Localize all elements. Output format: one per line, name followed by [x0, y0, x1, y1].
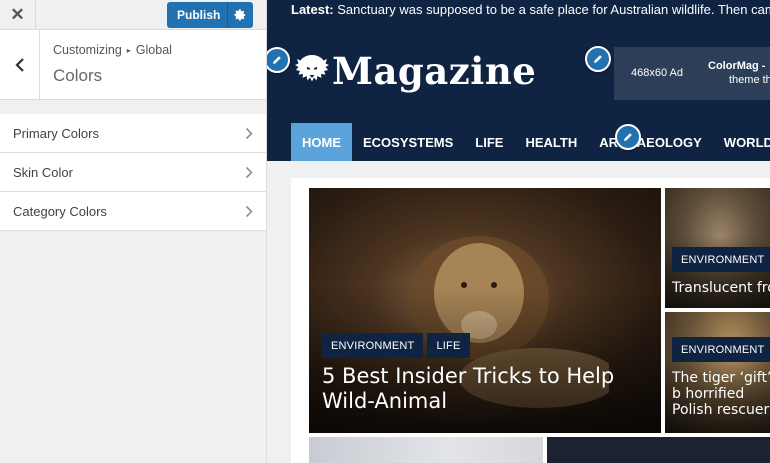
- pencil-icon: [594, 55, 602, 63]
- grid-post-4[interactable]: [547, 437, 770, 463]
- panel-item-skin-color[interactable]: Skin Color: [0, 153, 266, 192]
- gear-icon: [234, 8, 246, 20]
- ad-text-line2: theme th: [729, 74, 770, 86]
- menu-item-world[interactable]: WORLD: [713, 123, 770, 161]
- section-header: Customizing ▸ Global Colors: [0, 30, 266, 100]
- side-post-1-badges: ENVIRONMENT: [672, 247, 770, 272]
- category-badge-environment[interactable]: ENVIRONMENT: [322, 333, 424, 358]
- edit-shortcut-header-ad[interactable]: [585, 46, 611, 72]
- ad-text-line1: ColorMag -: [708, 60, 766, 72]
- panel-item-label: Category Colors: [13, 203, 107, 219]
- category-badge-life[interactable]: LIFE: [427, 333, 470, 358]
- panel-item-primary-colors[interactable]: Primary Colors: [0, 114, 266, 153]
- chevron-right-icon: [245, 127, 253, 140]
- side-post-2-badges: ENVIRONMENT: [672, 337, 770, 362]
- site-logo[interactable]: Magazine: [294, 49, 536, 93]
- site-header: Latest: Sanctuary was supposed to be a s…: [267, 0, 770, 161]
- chevron-right-icon: [245, 205, 253, 218]
- featured-badges: ENVIRONMENT LIFE: [322, 333, 470, 358]
- ticker-headline[interactable]: Sanctuary was supposed to be a safe plac…: [337, 2, 770, 17]
- section-title: Colors: [53, 66, 103, 85]
- color-options-list: Primary Colors Skin Color Category Color…: [0, 114, 266, 231]
- breadcrumb-separator: ▸: [126, 46, 131, 55]
- customizer-header-actions: ✕ Publish: [0, 0, 266, 30]
- side-post-1-title[interactable]: Translucent fro: [672, 280, 770, 296]
- menu-item-archaeology[interactable]: ARCHAEOLOGY: [588, 123, 713, 161]
- close-customizer-button[interactable]: ✕: [0, 0, 36, 30]
- pencil-icon: [273, 56, 281, 64]
- featured-post-title[interactable]: 5 Best Insider Tricks to Help Wild-Anima…: [322, 364, 652, 414]
- ad-size-label: 468x60 Ad: [631, 67, 683, 79]
- side-post-2[interactable]: ENVIRONMENT The tiger ‘gift’ b horrified…: [665, 312, 770, 433]
- publish-label: Publish: [177, 8, 221, 22]
- side-post-2-title[interactable]: The tiger ‘gift’ b horrified Polish resc…: [672, 370, 770, 418]
- publish-settings-button[interactable]: [228, 8, 253, 22]
- menu-item-home[interactable]: HOME: [291, 123, 352, 161]
- breadcrumb: Customizing ▸ Global: [53, 43, 172, 57]
- close-icon: ✕: [10, 5, 25, 24]
- breadcrumb-section: Global: [135, 43, 172, 57]
- edit-shortcut-menu[interactable]: [615, 124, 641, 150]
- featured-post-main[interactable]: ENVIRONMENT LIFE 5 Best Insider Tricks t…: [309, 188, 661, 433]
- breadcrumb-root: Customizing: [53, 43, 122, 57]
- panel-item-label: Primary Colors: [13, 125, 99, 141]
- panel-item-category-colors[interactable]: Category Colors: [0, 192, 266, 231]
- grid-post-3[interactable]: [309, 437, 543, 463]
- pencil-icon: [624, 133, 632, 141]
- back-chevron-icon: [14, 57, 24, 72]
- site-preview: Latest: Sanctuary was supposed to be a s…: [267, 0, 770, 463]
- back-button[interactable]: [0, 30, 40, 99]
- primary-menu: HOME ECOSYSTEMS LIFE HEALTH ARCHAEOLOGY …: [291, 123, 770, 161]
- breaking-news-ticker: Latest: Sanctuary was supposed to be a s…: [291, 2, 770, 17]
- lion-logo-icon: [295, 55, 329, 82]
- menu-item-ecosystems[interactable]: ECOSYSTEMS: [352, 123, 464, 161]
- panel-item-label: Skin Color: [13, 164, 73, 180]
- featured-posts-grid: ENVIRONMENT LIFE 5 Best Insider Tricks t…: [291, 178, 770, 463]
- side-post-1[interactable]: ENVIRONMENT Translucent fro: [665, 188, 770, 308]
- category-badge-environment[interactable]: ENVIRONMENT: [672, 337, 770, 362]
- menu-item-health[interactable]: HEALTH: [514, 123, 588, 161]
- site-title: Magazine: [332, 49, 537, 93]
- header-ad[interactable]: 468x60 Ad ColorMag - theme th: [614, 47, 770, 100]
- ticker-label: Latest:: [291, 2, 334, 17]
- category-badge-environment[interactable]: ENVIRONMENT: [672, 247, 770, 272]
- chevron-right-icon: [245, 166, 253, 179]
- menu-item-life[interactable]: LIFE: [464, 123, 514, 161]
- customizer-sidebar: ✕ Publish Customizing ▸ Global Colors Prim…: [0, 0, 267, 463]
- publish-button[interactable]: Publish: [167, 2, 253, 28]
